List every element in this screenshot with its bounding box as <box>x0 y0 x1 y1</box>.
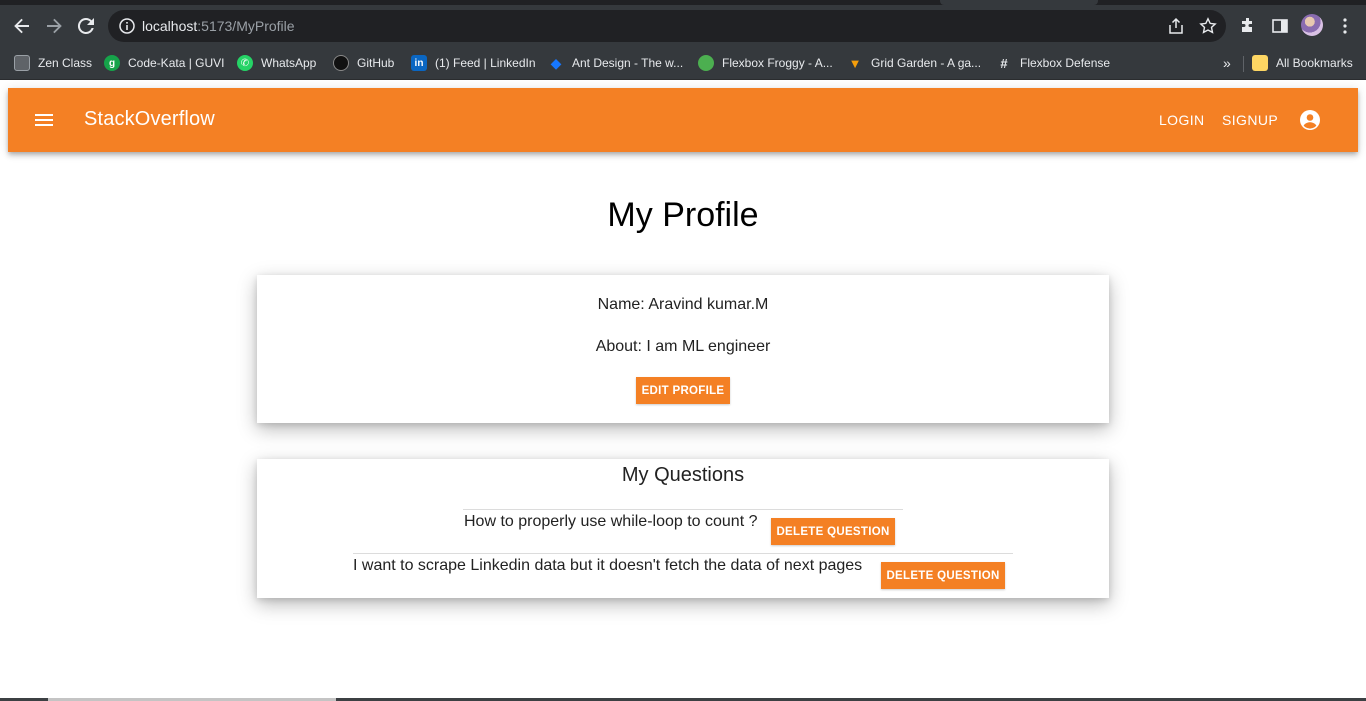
all-bookmarks-label: All Bookmarks <box>1276 56 1353 70</box>
bookmark-item[interactable]: GitHub <box>333 53 394 73</box>
bookmark-label: Flexbox Defense <box>1020 56 1111 70</box>
site-info-icon[interactable] <box>118 17 136 35</box>
question-divider <box>463 509 903 510</box>
delete-question-button[interactable]: Delete Question <box>881 562 1005 589</box>
bookmark-item[interactable]: Flexbox Froggy - A... <box>698 53 833 73</box>
browser-toolbar: localhost:5173/MyProfile <box>0 5 1366 47</box>
folder-icon <box>1252 55 1268 71</box>
bookmarks-divider <box>1243 56 1244 72</box>
overflow-chevron-icon: » <box>1223 55 1231 71</box>
share-icon[interactable] <box>1167 17 1185 35</box>
url-text: localhost:5173/MyProfile <box>142 18 295 34</box>
bookmarks-overflow-button[interactable]: » <box>1223 53 1231 73</box>
bookmark-item[interactable]: ▼ Grid Garden - A ga... <box>847 53 982 73</box>
brand-title[interactable]: StackOverflow <box>84 108 215 131</box>
back-icon[interactable] <box>9 13 35 39</box>
bookmark-label: Grid Garden - A ga... <box>871 56 982 70</box>
bookmark-label: Zen Class <box>38 56 93 70</box>
bookmark-label: Flexbox Froggy - A... <box>722 56 833 70</box>
bookmark-label: Code-Kata | GUVI <box>128 56 225 70</box>
page-title: My Profile <box>607 196 759 234</box>
account-circle-icon[interactable] <box>1298 108 1322 132</box>
login-button[interactable]: Login <box>1159 112 1205 128</box>
carrot-icon: ▼ <box>848 55 862 71</box>
profile-card: Name: Aravind kumar.M About: I am ML eng… <box>257 275 1109 423</box>
question-title[interactable]: I want to scrape Linkedin data but it do… <box>353 557 862 575</box>
signup-button[interactable]: Signup <box>1222 112 1278 128</box>
bookmark-star-icon[interactable] <box>1199 17 1217 35</box>
address-bar[interactable]: localhost:5173/MyProfile <box>108 10 1226 42</box>
question-title[interactable]: How to properly use while-loop to count … <box>464 513 758 531</box>
bookmark-label: WhatsApp <box>261 56 317 70</box>
bookmark-item[interactable]: Zen Class <box>14 53 92 73</box>
my-questions-heading: My Questions <box>621 464 745 486</box>
app-bar: StackOverflow Login Signup <box>8 88 1358 152</box>
kebab-menu-icon[interactable] <box>1335 16 1355 36</box>
bookmark-label: (1) Feed | LinkedIn <box>435 56 536 70</box>
profile-about: About: I am ML engineer <box>595 338 771 355</box>
frog-icon <box>698 55 714 71</box>
bookmark-item[interactable]: # Flexbox Defense <box>996 53 1110 73</box>
profile-avatar[interactable] <box>1301 14 1323 36</box>
bookmark-item[interactable]: g Code-Kata | GUVI <box>104 53 225 73</box>
edit-profile-button[interactable]: Edit Profile <box>636 377 730 404</box>
guvi-icon: g <box>104 55 120 71</box>
bookmark-item[interactable]: in (1) Feed | LinkedIn <box>411 53 536 73</box>
extensions-icon[interactable] <box>1238 16 1258 36</box>
reload-icon[interactable] <box>73 13 99 39</box>
hamburger-menu-icon[interactable] <box>32 108 56 132</box>
github-icon <box>333 55 349 71</box>
defense-icon: # <box>1000 55 1008 71</box>
bookmark-item[interactable]: ✆ WhatsApp <box>237 53 316 73</box>
profile-name: Name: Aravind kumar.M <box>597 296 769 313</box>
bookmark-label: Ant Design - The w... <box>572 56 684 70</box>
ant-design-icon: ◆ <box>550 54 562 71</box>
zen-class-icon <box>14 55 30 71</box>
forward-icon[interactable] <box>41 13 67 39</box>
side-panel-icon[interactable] <box>1270 16 1290 36</box>
bookmark-label: GitHub <box>357 56 395 70</box>
linkedin-icon: in <box>411 55 427 71</box>
question-divider <box>353 553 1013 554</box>
delete-question-button[interactable]: Delete Question <box>771 518 895 545</box>
bookmarks-bar: Zen Class g Code-Kata | GUVI ✆ WhatsApp … <box>0 47 1366 80</box>
all-bookmarks-button[interactable]: All Bookmarks <box>1252 53 1353 73</box>
bookmark-item[interactable]: ◆ Ant Design - The w... <box>548 53 684 73</box>
my-questions-card: My Questions How to properly use while-l… <box>257 459 1109 598</box>
whatsapp-icon: ✆ <box>237 55 253 71</box>
